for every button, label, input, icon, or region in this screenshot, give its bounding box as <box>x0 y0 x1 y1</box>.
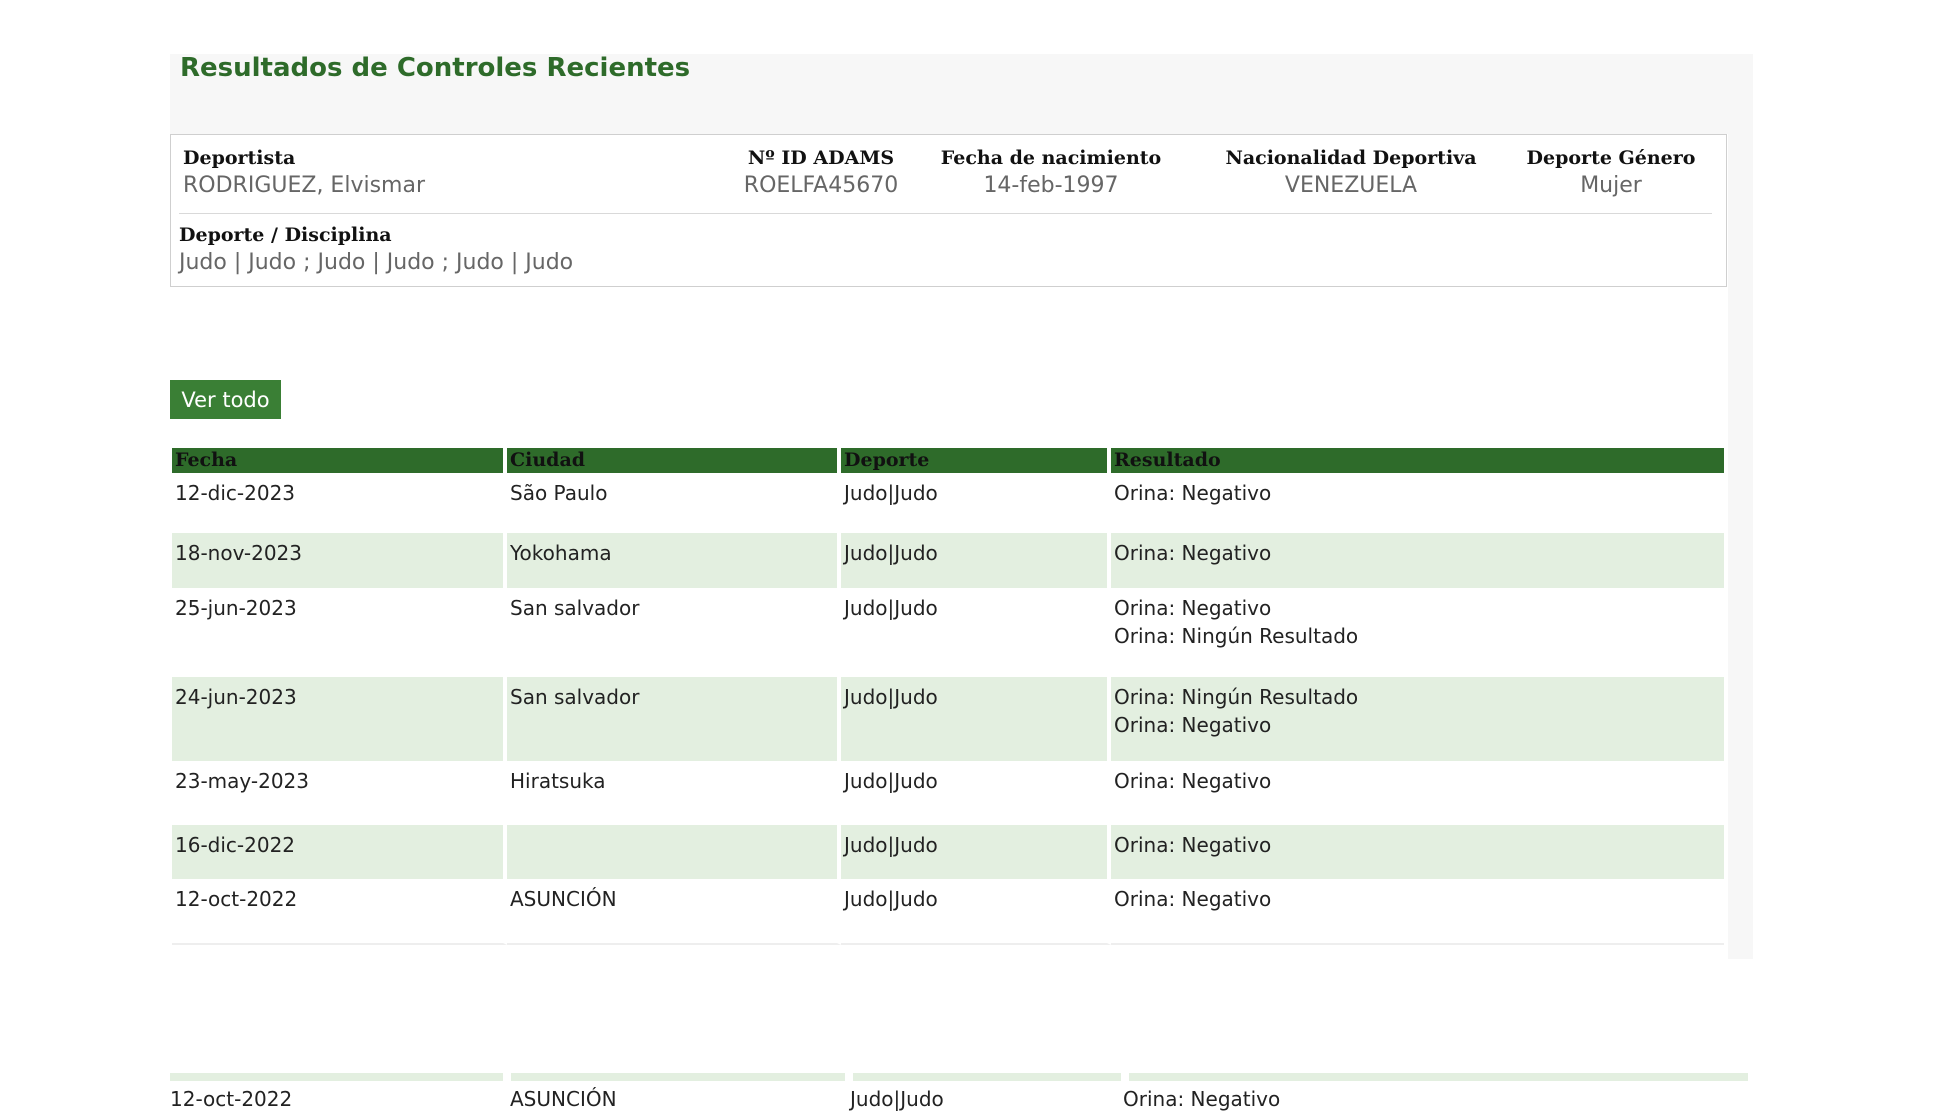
overflow-row: 12-oct-2022 ASUNCIÓN Judo|Judo Orina: Ne… <box>170 1087 1748 1111</box>
results-table: Fecha Ciudad Deporte Resultado 12-dic-20… <box>172 448 1724 945</box>
cell-resultado: Orina: Negativo <box>1111 761 1724 825</box>
result-line: Orina: Negativo <box>1114 481 1272 505</box>
sport-gender-field: Deporte Género Mujer <box>1511 147 1711 198</box>
discipline-label: Deporte / Disciplina <box>179 224 392 246</box>
result-line: Orina: Negativo <box>1114 541 1272 565</box>
table-row: 18-nov-2023 Yokohama Judo|Judo Orina: Ne… <box>172 533 1724 588</box>
overflow-cell-deporte: Judo|Judo <box>850 1087 944 1111</box>
result-line: Orina: Ningún Resultado <box>1114 624 1359 648</box>
nationality-value: VENEZUELA <box>1284 173 1418 198</box>
cell-ciudad: ASUNCIÓN <box>507 879 841 945</box>
cell-deporte: Judo|Judo <box>841 825 1111 879</box>
adams-id-field: Nº ID ADAMS ROELFA45670 <box>711 147 931 198</box>
result-line: Orina: Ningún Resultado <box>1114 685 1359 709</box>
cell-resultado: Orina: Negativo <box>1111 825 1724 879</box>
overflow-cell-fecha: 12-oct-2022 <box>170 1087 293 1111</box>
cell-deporte: Judo|Judo <box>841 879 1111 945</box>
cell-deporte: Judo|Judo <box>841 533 1111 588</box>
cell-fecha: 23-may-2023 <box>172 761 507 825</box>
table-row: 23-may-2023 Hiratsuka Judo|Judo Orina: N… <box>172 761 1724 825</box>
athlete-info-card: Deportista RODRIGUEZ, Elvismar Nº ID ADA… <box>170 134 1727 287</box>
page-title: Resultados de Controles Recientes <box>180 53 691 83</box>
overflow-row-bar <box>170 1073 1748 1081</box>
cell-ciudad: São Paulo <box>507 473 841 533</box>
birth-date-field: Fecha de nacimiento 14-feb-1997 <box>921 147 1181 198</box>
sport-gender-label: Deporte Género <box>1526 147 1696 169</box>
cell-deporte: Judo|Judo <box>841 761 1111 825</box>
result-line: Orina: Negativo <box>1114 833 1272 857</box>
cell-resultado: Orina: Negativo <box>1111 879 1724 945</box>
cell-fecha: 12-dic-2023 <box>172 473 507 533</box>
athlete-name-field: Deportista RODRIGUEZ, Elvismar <box>183 147 425 198</box>
discipline-field: Deporte / Disciplina Judo | Judo ; Judo … <box>179 224 573 275</box>
cell-deporte: Judo|Judo <box>841 473 1111 533</box>
table-row: 16-dic-2022 Judo|Judo Orina: Negativo <box>172 825 1724 879</box>
result-line: Orina: Negativo <box>1114 596 1272 620</box>
adams-id-value: ROELFA45670 <box>743 173 899 198</box>
info-divider <box>179 213 1712 214</box>
column-header-deporte[interactable]: Deporte <box>841 448 1111 473</box>
cell-deporte: Judo|Judo <box>841 677 1111 761</box>
cell-deporte: Judo|Judo <box>841 588 1111 677</box>
column-header-fecha[interactable]: Fecha <box>172 448 507 473</box>
result-line: Orina: Negativo <box>1114 769 1272 793</box>
table-row: 25-jun-2023 San salvador Judo|Judo Orina… <box>172 588 1724 677</box>
table-row: 24-jun-2023 San salvador Judo|Judo Orina… <box>172 677 1724 761</box>
view-all-button[interactable]: Ver todo <box>170 380 281 419</box>
cell-fecha: 18-nov-2023 <box>172 533 507 588</box>
athlete-name-label: Deportista <box>183 147 296 169</box>
cell-ciudad: Yokohama <box>507 533 841 588</box>
table-row: 12-dic-2023 São Paulo Judo|Judo Orina: N… <box>172 473 1724 533</box>
birth-date-label: Fecha de nacimiento <box>940 147 1162 169</box>
cell-ciudad <box>507 825 841 879</box>
cell-fecha: 16-dic-2022 <box>172 825 507 879</box>
adams-id-label: Nº ID ADAMS <box>747 147 895 169</box>
cell-resultado: Orina: Ningún Resultado Orina: Negativo <box>1111 677 1724 761</box>
sport-gender-value: Mujer <box>1580 173 1642 198</box>
nationality-field: Nacionalidad Deportiva VENEZUELA <box>1201 147 1501 198</box>
discipline-value: Judo | Judo ; Judo | Judo ; Judo | Judo <box>179 250 574 275</box>
column-header-ciudad[interactable]: Ciudad <box>507 448 841 473</box>
result-line: Orina: Negativo <box>1114 887 1272 911</box>
athlete-name-value: RODRIGUEZ, Elvismar <box>183 173 425 198</box>
cell-fecha: 24-jun-2023 <box>172 677 507 761</box>
cell-fecha: 12-oct-2022 <box>172 879 507 945</box>
cell-fecha: 25-jun-2023 <box>172 588 507 677</box>
table-header-row: Fecha Ciudad Deporte Resultado <box>172 448 1724 473</box>
cell-ciudad: San salvador <box>507 588 841 677</box>
result-line: Orina: Negativo <box>1114 713 1272 737</box>
overflow-table-fragment: 12-oct-2022 ASUNCIÓN Judo|Judo Orina: Ne… <box>170 1073 1748 1111</box>
cell-ciudad: San salvador <box>507 677 841 761</box>
table-row: 12-oct-2022 ASUNCIÓN Judo|Judo Orina: Ne… <box>172 879 1724 945</box>
overflow-cell-resultado: Orina: Negativo <box>1123 1087 1281 1111</box>
overflow-cell-ciudad: ASUNCIÓN <box>510 1087 617 1111</box>
cell-resultado: Orina: Negativo Orina: Ningún Resultado <box>1111 588 1724 677</box>
birth-date-value: 14-feb-1997 <box>983 173 1119 198</box>
column-header-resultado[interactable]: Resultado <box>1111 448 1724 473</box>
cell-ciudad: Hiratsuka <box>507 761 841 825</box>
cell-resultado: Orina: Negativo <box>1111 533 1724 588</box>
nationality-label: Nacionalidad Deportiva <box>1225 147 1477 169</box>
cell-resultado: Orina: Negativo <box>1111 473 1724 533</box>
